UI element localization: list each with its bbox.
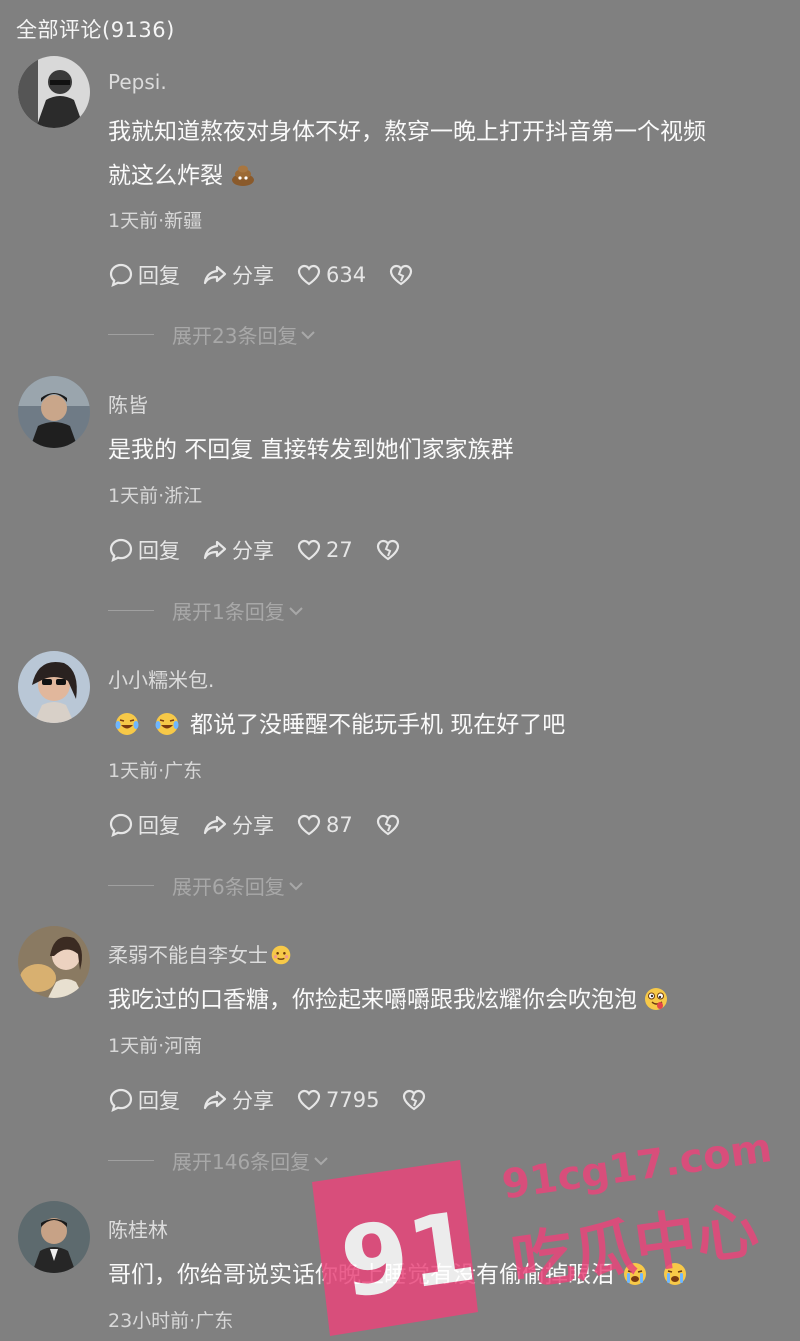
share-button[interactable]: 分享 bbox=[202, 1085, 274, 1115]
username[interactable]: 陈皆 bbox=[108, 389, 148, 418]
reply-label: 回复 bbox=[138, 264, 180, 288]
avatar[interactable] bbox=[18, 651, 90, 723]
shy-smile-emoji-icon bbox=[271, 945, 291, 965]
share-button[interactable]: 分享 bbox=[202, 260, 274, 290]
username[interactable]: 陈桂林 bbox=[108, 1214, 168, 1243]
expand-replies[interactable]: 展开146条回复 bbox=[108, 1146, 330, 1175]
like-count: 634 bbox=[326, 263, 367, 287]
reply-button[interactable]: 回复 bbox=[108, 535, 180, 565]
heart-icon bbox=[297, 814, 321, 836]
comment-text-line: 我就知道熬夜对身体不好，熬穿一晚上打开抖音第一个视频 bbox=[108, 119, 706, 145]
broken-heart-icon bbox=[376, 814, 399, 836]
broken-heart-icon bbox=[376, 539, 399, 561]
chevron-down-icon bbox=[301, 330, 316, 339]
comment-text-line: 我吃过的口香糖，你捡起来嚼嚼跟我炫耀你会吹泡泡 bbox=[108, 978, 788, 1022]
username[interactable]: 柔弱不能自李女士 bbox=[108, 939, 292, 968]
comment-bubble-icon bbox=[109, 813, 133, 837]
chevron-down-icon bbox=[289, 881, 303, 890]
comment-meta: 1天前·新疆 bbox=[108, 210, 203, 232]
comment-text: 都说了没睡醒不能玩手机 现在好了吧 bbox=[108, 703, 788, 747]
username[interactable]: 小小糯米包. bbox=[108, 664, 214, 693]
comment-text-line: 就这么炸裂 bbox=[108, 154, 788, 198]
reply-button[interactable]: 回复 bbox=[108, 810, 180, 840]
watermark-logo: 91 91cg17.com 吃瓜中心 bbox=[312, 1125, 775, 1336]
comment-bubble-icon bbox=[109, 538, 133, 562]
share-label: 分享 bbox=[232, 814, 274, 838]
share-arrow-icon bbox=[203, 265, 227, 285]
reply-label: 回复 bbox=[138, 814, 180, 838]
broken-heart-icon bbox=[389, 264, 413, 286]
comment-actions: 回复 分享 27 bbox=[108, 535, 405, 565]
dislike-button[interactable] bbox=[375, 812, 405, 838]
crying-laughing-emoji-icon bbox=[115, 713, 139, 735]
divider-line bbox=[108, 610, 154, 611]
share-label: 分享 bbox=[232, 1089, 274, 1113]
avatar[interactable] bbox=[18, 1201, 90, 1273]
poop-emoji-icon bbox=[232, 165, 255, 186]
share-label: 分享 bbox=[232, 264, 274, 288]
expand-replies[interactable]: 展开23条回复 bbox=[108, 320, 317, 349]
dislike-button[interactable] bbox=[388, 262, 418, 288]
comment-meta: 1天前·广东 bbox=[108, 760, 203, 782]
comment-actions: 回复 分享 634 bbox=[108, 260, 418, 290]
expand-replies[interactable]: 展开6条回复 bbox=[108, 871, 305, 900]
heart-icon bbox=[297, 539, 321, 561]
comment-text: 是我的 不回复 直接转发到她们家家族群 bbox=[108, 428, 788, 472]
divider-line bbox=[108, 1160, 154, 1161]
share-arrow-icon bbox=[203, 540, 227, 560]
crying-laughing-emoji-icon bbox=[155, 713, 179, 735]
comment-text-segment: 我吃过的口香糖，你捡起来嚼嚼跟我炫耀你会吹泡泡 bbox=[108, 987, 637, 1013]
expand-replies[interactable]: 展开1条回复 bbox=[108, 596, 305, 625]
share-button[interactable]: 分享 bbox=[202, 810, 274, 840]
comment-text-line: 都说了没睡醒不能玩手机 现在好了吧 bbox=[108, 703, 788, 747]
comment-meta: 23小时前·广东 bbox=[108, 1310, 234, 1332]
comment-text-line: 是我的 不回复 直接转发到她们家家族群 bbox=[108, 437, 514, 463]
username-text: 柔弱不能自李女士 bbox=[108, 943, 268, 967]
share-button[interactable]: 分享 bbox=[202, 535, 274, 565]
comments-header: 全部评论(9136) bbox=[16, 18, 175, 42]
avatar[interactable] bbox=[18, 926, 90, 998]
like-button[interactable]: 87 bbox=[296, 812, 353, 838]
comment-text-segment: 都说了没睡醒不能玩手机 现在好了吧 bbox=[190, 712, 566, 738]
comment-actions: 回复 分享 87 bbox=[108, 810, 405, 840]
expand-replies-label: 展开23条回复 bbox=[172, 324, 298, 348]
watermark-brand: 吃瓜中心 bbox=[507, 1192, 763, 1299]
reply-button[interactable]: 回复 bbox=[108, 260, 180, 290]
comment-text: 我就知道熬夜对身体不好，熬穿一晚上打开抖音第一个视频 就这么炸裂 bbox=[108, 110, 788, 198]
divider-line bbox=[108, 885, 154, 886]
like-button[interactable]: 27 bbox=[296, 537, 353, 563]
avatar[interactable] bbox=[18, 376, 90, 448]
expand-replies-label: 展开1条回复 bbox=[172, 600, 285, 624]
divider-line bbox=[108, 334, 154, 335]
expand-replies-label: 展开146条回复 bbox=[172, 1150, 311, 1174]
expand-replies-label: 展开6条回复 bbox=[172, 875, 285, 899]
share-arrow-icon bbox=[203, 1090, 227, 1110]
username[interactable]: Pepsi. bbox=[108, 70, 167, 94]
watermark-number: 91 bbox=[334, 1190, 482, 1320]
dislike-button[interactable] bbox=[375, 537, 405, 563]
comment-text-segment: 就这么炸裂 bbox=[108, 163, 223, 189]
reply-label: 回复 bbox=[138, 1089, 180, 1113]
like-button[interactable]: 634 bbox=[296, 262, 366, 288]
comment-bubble-icon bbox=[109, 1088, 133, 1112]
comment-text: 我吃过的口香糖，你捡起来嚼嚼跟我炫耀你会吹泡泡 bbox=[108, 978, 788, 1022]
comment-meta: 1天前·浙江 bbox=[108, 485, 203, 507]
comment-meta: 1天前·河南 bbox=[108, 1035, 203, 1057]
heart-icon bbox=[297, 264, 321, 286]
like-count: 27 bbox=[326, 538, 353, 562]
share-arrow-icon bbox=[203, 815, 227, 835]
chevron-down-icon bbox=[289, 606, 303, 615]
dizzy-tongue-emoji-icon bbox=[645, 988, 667, 1010]
comment-bubble-icon bbox=[109, 263, 133, 287]
reply-button[interactable]: 回复 bbox=[108, 1085, 180, 1115]
share-label: 分享 bbox=[232, 539, 274, 563]
avatar[interactable] bbox=[18, 56, 90, 128]
like-count: 87 bbox=[326, 813, 353, 837]
reply-label: 回复 bbox=[138, 539, 180, 563]
